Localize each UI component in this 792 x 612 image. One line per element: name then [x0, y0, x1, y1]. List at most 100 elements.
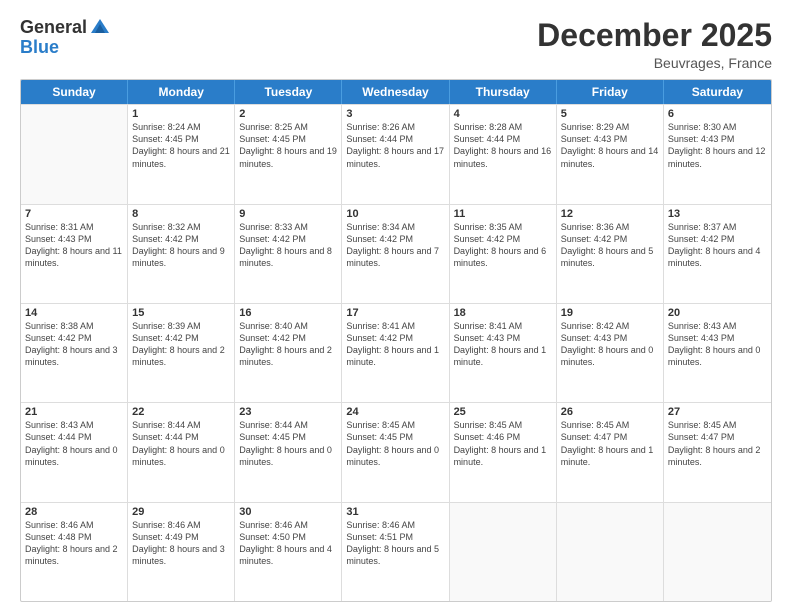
day-number: 22 [132, 406, 230, 418]
week-5: 28Sunrise: 8:46 AM Sunset: 4:48 PM Dayli… [21, 502, 771, 601]
day-cell-empty [21, 105, 128, 203]
day-cell-5: 5Sunrise: 8:29 AM Sunset: 4:43 PM Daylig… [557, 105, 664, 203]
day-number: 30 [239, 506, 337, 518]
day-cell-28: 28Sunrise: 8:46 AM Sunset: 4:48 PM Dayli… [21, 503, 128, 601]
day-info: Sunrise: 8:45 AM Sunset: 4:47 PM Dayligh… [561, 419, 659, 468]
day-cell-8: 8Sunrise: 8:32 AM Sunset: 4:42 PM Daylig… [128, 205, 235, 303]
day-cell-11: 11Sunrise: 8:35 AM Sunset: 4:42 PM Dayli… [450, 205, 557, 303]
day-cell-1: 1Sunrise: 8:24 AM Sunset: 4:45 PM Daylig… [128, 105, 235, 203]
day-number: 24 [346, 406, 444, 418]
day-info: Sunrise: 8:24 AM Sunset: 4:45 PM Dayligh… [132, 121, 230, 170]
day-cell-19: 19Sunrise: 8:42 AM Sunset: 4:43 PM Dayli… [557, 304, 664, 402]
day-info: Sunrise: 8:35 AM Sunset: 4:42 PM Dayligh… [454, 221, 552, 270]
day-cell-3: 3Sunrise: 8:26 AM Sunset: 4:44 PM Daylig… [342, 105, 449, 203]
day-info: Sunrise: 8:37 AM Sunset: 4:42 PM Dayligh… [668, 221, 767, 270]
day-cell-18: 18Sunrise: 8:41 AM Sunset: 4:43 PM Dayli… [450, 304, 557, 402]
day-number: 26 [561, 406, 659, 418]
day-number: 7 [25, 208, 123, 220]
day-cell-29: 29Sunrise: 8:46 AM Sunset: 4:49 PM Dayli… [128, 503, 235, 601]
day-number: 28 [25, 506, 123, 518]
day-cell-20: 20Sunrise: 8:43 AM Sunset: 4:43 PM Dayli… [664, 304, 771, 402]
day-info: Sunrise: 8:40 AM Sunset: 4:42 PM Dayligh… [239, 320, 337, 369]
day-info: Sunrise: 8:29 AM Sunset: 4:43 PM Dayligh… [561, 121, 659, 170]
day-cell-27: 27Sunrise: 8:45 AM Sunset: 4:47 PM Dayli… [664, 403, 771, 501]
day-number: 13 [668, 208, 767, 220]
day-cell-24: 24Sunrise: 8:45 AM Sunset: 4:45 PM Dayli… [342, 403, 449, 501]
day-cell-6: 6Sunrise: 8:30 AM Sunset: 4:43 PM Daylig… [664, 105, 771, 203]
day-info: Sunrise: 8:46 AM Sunset: 4:51 PM Dayligh… [346, 519, 444, 568]
day-number: 18 [454, 307, 552, 319]
day-cell-empty [557, 503, 664, 601]
day-info: Sunrise: 8:39 AM Sunset: 4:42 PM Dayligh… [132, 320, 230, 369]
day-cell-16: 16Sunrise: 8:40 AM Sunset: 4:42 PM Dayli… [235, 304, 342, 402]
calendar-header: SundayMondayTuesdayWednesdayThursdayFrid… [21, 80, 771, 104]
day-number: 1 [132, 108, 230, 120]
header-sunday: Sunday [21, 80, 128, 104]
day-info: Sunrise: 8:42 AM Sunset: 4:43 PM Dayligh… [561, 320, 659, 369]
header-friday: Friday [557, 80, 664, 104]
header-wednesday: Wednesday [342, 80, 449, 104]
header-thursday: Thursday [450, 80, 557, 104]
day-info: Sunrise: 8:36 AM Sunset: 4:42 PM Dayligh… [561, 221, 659, 270]
day-number: 25 [454, 406, 552, 418]
day-cell-13: 13Sunrise: 8:37 AM Sunset: 4:42 PM Dayli… [664, 205, 771, 303]
day-number: 5 [561, 108, 659, 120]
day-info: Sunrise: 8:32 AM Sunset: 4:42 PM Dayligh… [132, 221, 230, 270]
day-cell-10: 10Sunrise: 8:34 AM Sunset: 4:42 PM Dayli… [342, 205, 449, 303]
day-info: Sunrise: 8:45 AM Sunset: 4:46 PM Dayligh… [454, 419, 552, 468]
day-cell-empty [450, 503, 557, 601]
day-number: 21 [25, 406, 123, 418]
day-cell-23: 23Sunrise: 8:44 AM Sunset: 4:45 PM Dayli… [235, 403, 342, 501]
logo: General Blue [20, 18, 111, 58]
day-number: 17 [346, 307, 444, 319]
day-number: 8 [132, 208, 230, 220]
day-number: 15 [132, 307, 230, 319]
day-info: Sunrise: 8:46 AM Sunset: 4:49 PM Dayligh… [132, 519, 230, 568]
day-number: 12 [561, 208, 659, 220]
day-info: Sunrise: 8:26 AM Sunset: 4:44 PM Dayligh… [346, 121, 444, 170]
day-info: Sunrise: 8:41 AM Sunset: 4:43 PM Dayligh… [454, 320, 552, 369]
day-number: 6 [668, 108, 767, 120]
week-3: 14Sunrise: 8:38 AM Sunset: 4:42 PM Dayli… [21, 303, 771, 402]
day-info: Sunrise: 8:45 AM Sunset: 4:45 PM Dayligh… [346, 419, 444, 468]
header-tuesday: Tuesday [235, 80, 342, 104]
calendar-body: 1Sunrise: 8:24 AM Sunset: 4:45 PM Daylig… [21, 104, 771, 601]
day-cell-empty [664, 503, 771, 601]
day-cell-2: 2Sunrise: 8:25 AM Sunset: 4:45 PM Daylig… [235, 105, 342, 203]
day-info: Sunrise: 8:33 AM Sunset: 4:42 PM Dayligh… [239, 221, 337, 270]
title-month: December 2025 [537, 18, 772, 53]
week-1: 1Sunrise: 8:24 AM Sunset: 4:45 PM Daylig… [21, 104, 771, 203]
calendar: SundayMondayTuesdayWednesdayThursdayFrid… [20, 79, 772, 602]
day-info: Sunrise: 8:44 AM Sunset: 4:44 PM Dayligh… [132, 419, 230, 468]
title-location: Beuvrages, France [537, 55, 772, 71]
day-info: Sunrise: 8:43 AM Sunset: 4:44 PM Dayligh… [25, 419, 123, 468]
day-number: 16 [239, 307, 337, 319]
day-info: Sunrise: 8:43 AM Sunset: 4:43 PM Dayligh… [668, 320, 767, 369]
day-info: Sunrise: 8:28 AM Sunset: 4:44 PM Dayligh… [454, 121, 552, 170]
day-cell-26: 26Sunrise: 8:45 AM Sunset: 4:47 PM Dayli… [557, 403, 664, 501]
day-info: Sunrise: 8:41 AM Sunset: 4:42 PM Dayligh… [346, 320, 444, 369]
day-info: Sunrise: 8:38 AM Sunset: 4:42 PM Dayligh… [25, 320, 123, 369]
day-cell-17: 17Sunrise: 8:41 AM Sunset: 4:42 PM Dayli… [342, 304, 449, 402]
day-cell-7: 7Sunrise: 8:31 AM Sunset: 4:43 PM Daylig… [21, 205, 128, 303]
day-number: 9 [239, 208, 337, 220]
week-4: 21Sunrise: 8:43 AM Sunset: 4:44 PM Dayli… [21, 402, 771, 501]
day-number: 31 [346, 506, 444, 518]
day-number: 23 [239, 406, 337, 418]
day-cell-22: 22Sunrise: 8:44 AM Sunset: 4:44 PM Dayli… [128, 403, 235, 501]
title-block: December 2025 Beuvrages, France [537, 18, 772, 71]
day-info: Sunrise: 8:25 AM Sunset: 4:45 PM Dayligh… [239, 121, 337, 170]
day-cell-25: 25Sunrise: 8:45 AM Sunset: 4:46 PM Dayli… [450, 403, 557, 501]
day-info: Sunrise: 8:30 AM Sunset: 4:43 PM Dayligh… [668, 121, 767, 170]
day-cell-21: 21Sunrise: 8:43 AM Sunset: 4:44 PM Dayli… [21, 403, 128, 501]
day-number: 2 [239, 108, 337, 120]
header-monday: Monday [128, 80, 235, 104]
day-cell-4: 4Sunrise: 8:28 AM Sunset: 4:44 PM Daylig… [450, 105, 557, 203]
day-number: 27 [668, 406, 767, 418]
day-number: 14 [25, 307, 123, 319]
header-saturday: Saturday [664, 80, 771, 104]
day-cell-30: 30Sunrise: 8:46 AM Sunset: 4:50 PM Dayli… [235, 503, 342, 601]
day-cell-31: 31Sunrise: 8:46 AM Sunset: 4:51 PM Dayli… [342, 503, 449, 601]
day-cell-15: 15Sunrise: 8:39 AM Sunset: 4:42 PM Dayli… [128, 304, 235, 402]
day-info: Sunrise: 8:46 AM Sunset: 4:48 PM Dayligh… [25, 519, 123, 568]
